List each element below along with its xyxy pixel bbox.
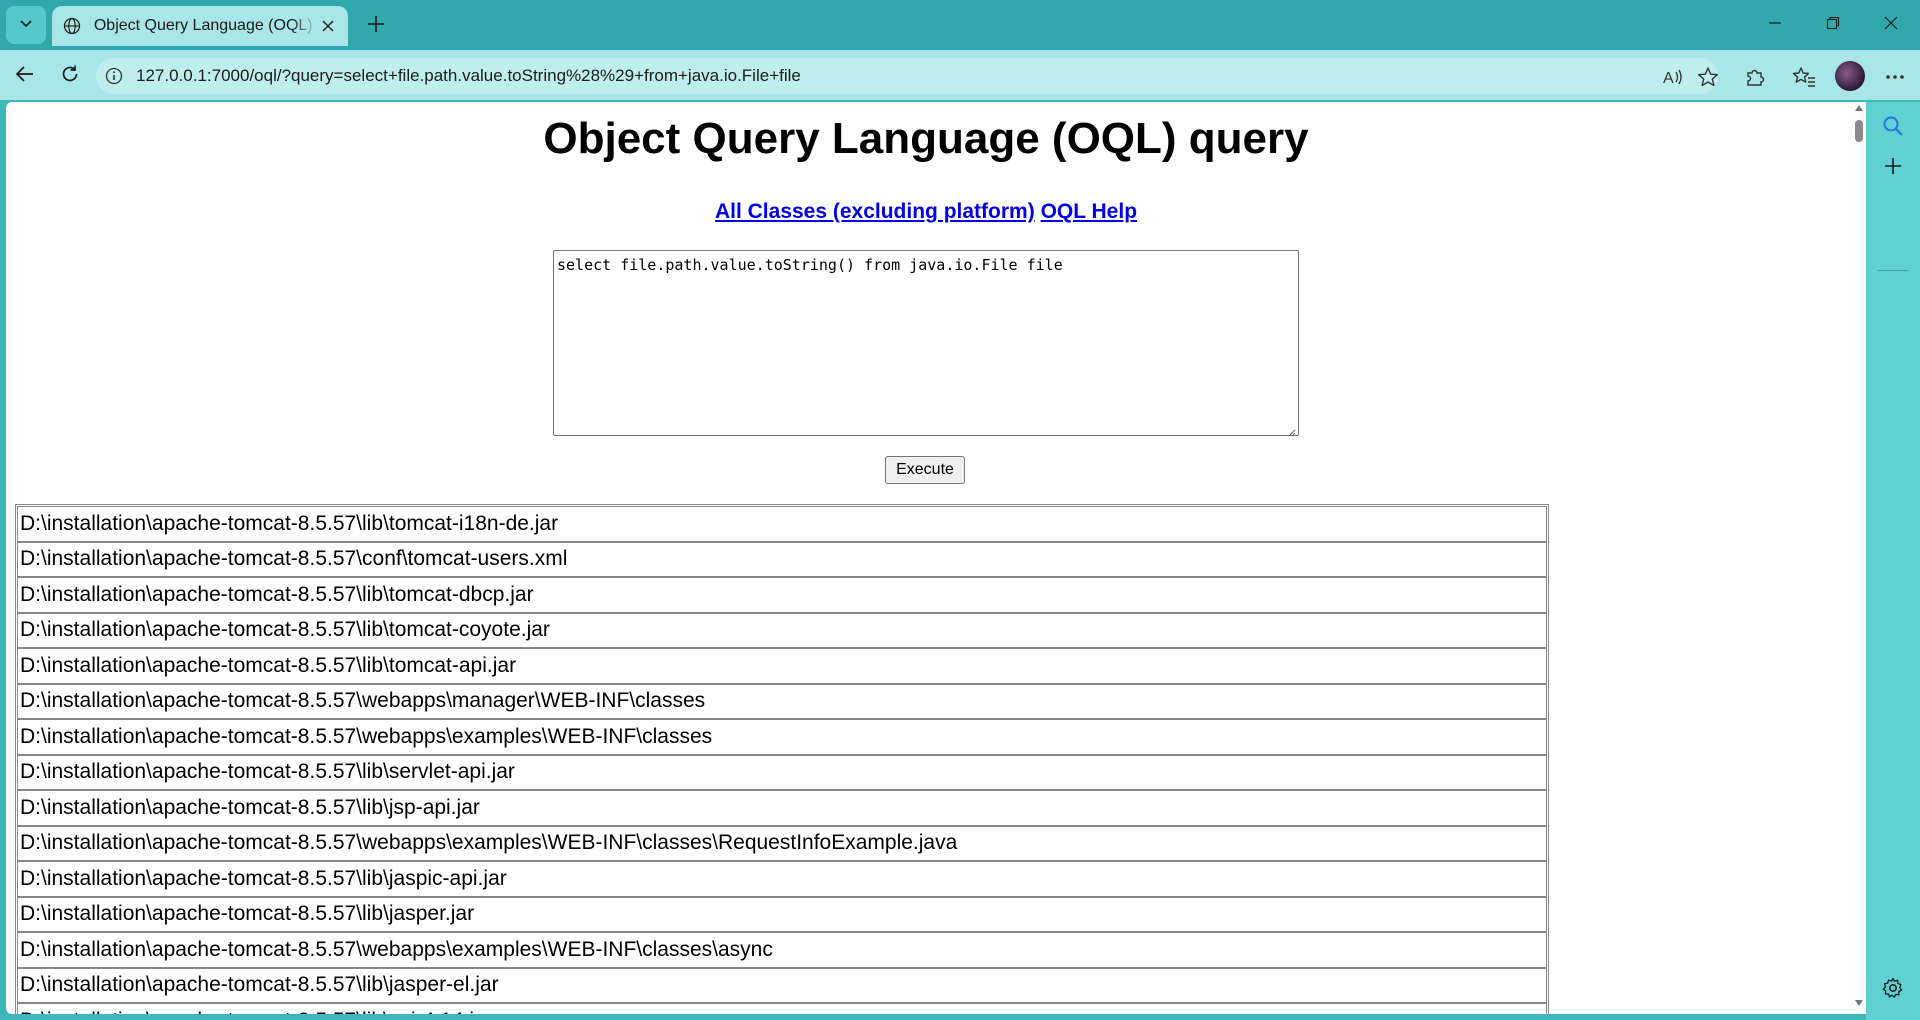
restore-button[interactable] [1804,0,1862,50]
result-row: D:\installation\apache-tomcat-8.5.57\web… [17,932,1547,968]
scroll-up-icon[interactable] [1855,105,1863,111]
close-icon[interactable] [318,16,338,36]
tab-title: Object Query Language (OQL) query [93,17,318,34]
result-row: D:\installation\apache-tomcat-8.5.57\lib… [17,648,1547,684]
sidebar-divider [1878,270,1908,271]
restore-icon [1826,16,1840,35]
result-row: D:\installation\apache-tomcat-8.5.57\lib… [17,790,1547,826]
minimize-icon [1768,16,1782,35]
result-row: D:\installation\apache-tomcat-8.5.57\web… [17,825,1547,861]
result-row: D:\installation\apache-tomcat-8.5.57\lib… [17,896,1547,932]
execute-button[interactable]: Execute [885,456,965,484]
reload-icon [60,64,80,89]
result-row: D:\installation\apache-tomcat-8.5.57\lib… [17,506,1547,542]
tab-oql-query[interactable]: Object Query Language (OQL) query [52,6,348,46]
title-bar: Object Query Language (OQL) query [0,0,1920,50]
url-text[interactable]: 127.0.0.1:7000/oql/?query=select+file.pa… [136,66,801,86]
read-aloud-icon[interactable]: A [1660,64,1686,90]
result-row: D:\installation\apache-tomcat-8.5.57\web… [17,683,1547,719]
close-icon [1884,16,1898,35]
new-tab-button[interactable] [360,10,392,42]
page-content: Object Query Language (OQL) query All Cl… [6,102,1866,1014]
result-row: D:\installation\apache-tomcat-8.5.57\lib… [17,754,1547,790]
puzzle-icon[interactable] [1742,64,1768,90]
profile-avatar[interactable] [1835,61,1865,91]
vertical-scrollbar[interactable] [1852,102,1866,1014]
scrollbar-thumb[interactable] [1855,120,1863,142]
resize-grip-icon[interactable] [1286,424,1296,437]
all-classes-link[interactable]: All Classes (excluding platform) [715,200,1035,223]
edge-sidebar [1866,102,1920,1020]
result-row: D:\installation\apache-tomcat-8.5.57\lib… [17,612,1547,648]
result-row: D:\installation\apache-tomcat-8.5.57\lib… [17,577,1547,613]
result-row: D:\installation\apache-tomcat-8.5.57\lib… [17,1003,1547,1014]
plus-icon [367,15,385,38]
search-icon [1882,115,1904,142]
result-row: D:\installation\apache-tomcat-8.5.57\lib… [17,861,1547,897]
site-info-icon[interactable] [102,64,126,88]
back-button[interactable] [7,58,43,94]
globe-icon [62,16,82,36]
tab-actions-button[interactable] [6,6,46,44]
svg-text:A: A [1663,70,1674,87]
chevron-down-icon [18,15,34,36]
oql-help-link[interactable]: OQL Help [1041,200,1137,223]
favorites-icon[interactable] [1791,64,1817,90]
star-icon[interactable] [1695,64,1721,90]
reload-button[interactable] [52,58,88,94]
address-bar[interactable]: 127.0.0.1:7000/oql/?query=select+file.pa… [96,58,1718,94]
sidebar-add-button[interactable] [1877,152,1909,184]
scroll-down-icon[interactable] [1855,1000,1863,1006]
plus-icon [1883,156,1903,181]
gear-icon [1882,977,1904,1004]
page-title: Object Query Language (OQL) query [543,114,1309,163]
more-icon[interactable] [1882,64,1908,90]
result-row: D:\installation\apache-tomcat-8.5.57\con… [17,541,1547,577]
back-arrow-icon [15,64,35,89]
sidebar-search-button[interactable] [1877,112,1909,144]
query-input[interactable]: select file.path.value.toString() from j… [553,250,1299,436]
close-window-button[interactable] [1862,0,1920,50]
result-row: D:\installation\apache-tomcat-8.5.57\lib… [17,967,1547,1003]
nav-links: All Classes (excluding platform) OQL Hel… [6,200,1846,224]
results-table: D:\installation\apache-tomcat-8.5.57\lib… [15,504,1549,1014]
result-row: D:\installation\apache-tomcat-8.5.57\web… [17,719,1547,755]
minimize-button[interactable] [1746,0,1804,50]
sidebar-settings-button[interactable] [1877,974,1909,1006]
